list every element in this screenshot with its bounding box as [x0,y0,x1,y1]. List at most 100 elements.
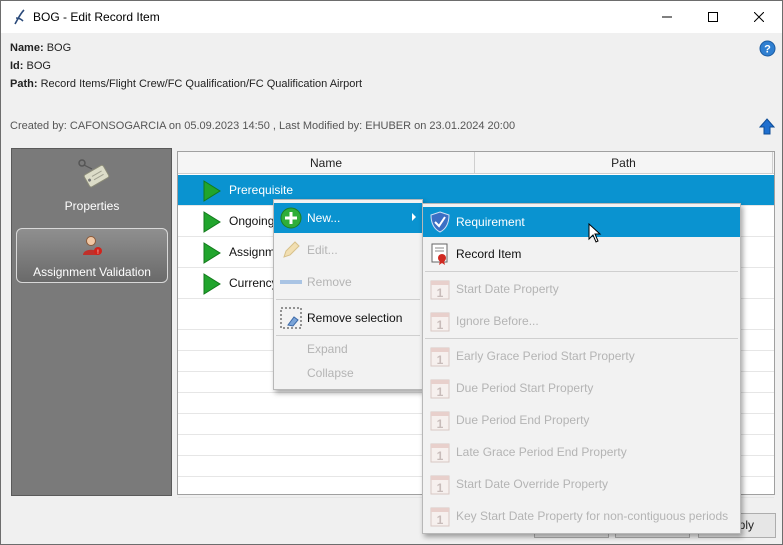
play-icon [203,242,221,264]
calendar-digit: 1 [437,513,444,527]
title-bar: BOG - Edit Record Item [1,1,782,33]
calendar-icon: 1 [429,473,451,495]
submenu-item-start-date-property[interactable]: 1 Start Date Property [423,274,740,304]
row-name: Assignm [229,245,276,259]
table-header: Name Path [178,152,774,174]
sidebar: Properties ! Assignment Validation [11,148,172,496]
calendar-digit: 1 [437,353,444,367]
mouse-cursor-icon [588,222,602,243]
column-header-path[interactable]: Path [475,152,773,174]
play-icon [203,180,221,202]
menu-item-label: Collapse [307,366,354,380]
submenu-item-due-period-start-property[interactable]: 1 Due Period Start Property [423,373,740,403]
tag-icon [72,157,112,193]
submenu-item-ignore-before[interactable]: 1 Ignore Before... [423,306,740,336]
menu-item-label: Remove selection [307,311,403,325]
row-name: Prerequisite [229,183,294,197]
row-name: Currency [229,276,278,290]
table-row[interactable]: Prerequisite [178,175,774,206]
menu-item-label: Requirement [456,215,525,229]
close-button[interactable] [736,1,782,33]
play-icon [203,211,221,233]
app-logo-icon [9,7,29,27]
plus-circle-icon [280,207,302,229]
chevron-right-icon [412,213,416,221]
submenu-item-late-grace-period-end-property[interactable]: 1 Late Grace Period End Property [423,437,740,467]
name-label: Name: [10,42,44,54]
menu-item-new[interactable]: New... [274,203,422,233]
menu-item-label: Early Grace Period Start Property [456,349,635,363]
certificate-icon [429,243,451,265]
pencil-icon [280,239,302,261]
minimize-button[interactable] [644,1,690,33]
submenu-item-due-period-end-property[interactable]: 1 Due Period End Property [423,405,740,435]
calendar-digit: 1 [437,449,444,463]
menu-item-label: Late Grace Period End Property [456,445,627,459]
sidebar-item-assignment-validation[interactable]: ! Assignment Validation [16,228,168,283]
menu-separator [425,338,738,339]
id-value: BOG [26,60,51,72]
menu-item-label: Expand [307,342,348,356]
shield-check-icon [429,211,451,233]
calendar-icon: 1 [429,441,451,463]
menu-item-label: Ignore Before... [456,314,539,328]
submenu-item-key-start-date-property[interactable]: 1 Key Start Date Property for non-contig… [423,501,740,531]
menu-separator [425,271,738,272]
calendar-icon: 1 [429,345,451,367]
menu-item-remove[interactable]: Remove [274,267,422,297]
calendar-icon: 1 [429,409,451,431]
submenu-item-requirement[interactable]: Requirement [423,207,740,237]
id-line: Id: BOG [10,60,51,72]
menu-item-expand[interactable]: Expand [274,337,422,361]
calendar-icon: 1 [429,310,451,332]
menu-item-remove-selection[interactable]: Remove selection [274,303,422,333]
play-icon [203,273,221,295]
menu-item-label: Key Start Date Property for non-contiguo… [456,509,729,523]
column-header-name[interactable]: Name [178,152,475,174]
menu-item-edit[interactable]: Edit... [274,235,422,265]
sidebar-item-properties[interactable]: Properties [16,155,168,215]
menu-item-label: Start Date Property [456,282,559,296]
calendar-digit: 1 [437,385,444,399]
menu-item-collapse[interactable]: Collapse [274,361,422,385]
calendar-icon: 1 [429,505,451,527]
submenu-item-early-grace-period-start-property[interactable]: 1 Early Grace Period Start Property [423,341,740,371]
menu-item-label: Due Period Start Property [456,381,594,395]
path-value: Record Items/Flight Crew/FC Qualificatio… [40,78,363,90]
calendar-icon: 1 [429,377,451,399]
submenu-item-start-date-override-property[interactable]: 1 Start Date Override Property [423,469,740,499]
menu-item-label: Edit... [307,243,338,257]
id-label: Id: [10,60,24,72]
menu-item-label: New... [307,211,341,225]
selection-eraser-icon [280,307,302,329]
calendar-digit: 1 [437,417,444,431]
calendar-digit: 1 [437,481,444,495]
svg-text:?: ? [764,44,771,56]
arrow-up-icon[interactable] [758,118,776,136]
context-menu: New... Edit... Remove Remove selection E… [273,199,423,390]
name-line: Name: BOG [10,42,71,54]
window-title: BOG - Edit Record Item [33,10,160,24]
menu-item-label: Remove [307,275,352,289]
help-icon[interactable]: ? [759,40,776,57]
sidebar-item-label: Properties [64,199,120,213]
name-value: BOG [46,42,72,54]
user-warning-icon: ! [80,235,104,257]
sidebar-item-label: Assignment Validation [33,265,151,279]
edit-record-item-dialog: BOG - Edit Record Item Name: BOG Id: BOG… [0,0,783,545]
maximize-button[interactable] [690,1,736,33]
submenu-item-record-item[interactable]: Record Item [423,239,740,269]
audit-info: Created by: CAFONSOGARCIA on 05.09.2023 … [10,120,516,132]
path-line: Path: Record Items/Flight Crew/FC Qualif… [10,78,362,90]
calendar-digit: 1 [437,318,444,332]
menu-item-label: Due Period End Property [456,413,590,427]
calendar-digit: 1 [437,286,444,300]
calendar-icon: 1 [429,278,451,300]
minus-icon [280,271,302,293]
menu-item-label: Record Item [456,247,522,261]
menu-separator [276,335,420,336]
menu-separator [276,299,420,300]
path-label: Path: [10,78,38,90]
row-name: Ongoing [229,214,275,228]
new-submenu: Requirement Record Item 1 Start Date Pro… [422,203,741,534]
